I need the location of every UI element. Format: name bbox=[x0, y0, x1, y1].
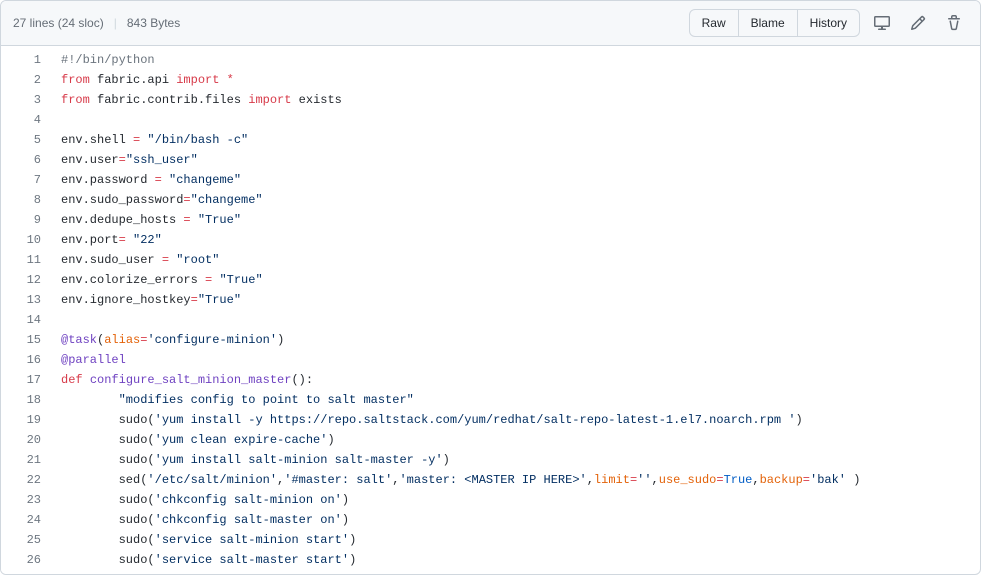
code-line: env.port= "22" bbox=[61, 230, 980, 250]
history-button[interactable]: History bbox=[797, 9, 860, 37]
line-number[interactable]: 12 bbox=[1, 270, 41, 290]
lines-count: 27 lines (24 sloc) bbox=[13, 16, 104, 30]
line-number[interactable]: 9 bbox=[1, 210, 41, 230]
line-number[interactable]: 18 bbox=[1, 390, 41, 410]
line-number[interactable]: 17 bbox=[1, 370, 41, 390]
line-number[interactable]: 10 bbox=[1, 230, 41, 250]
file-size: 843 Bytes bbox=[127, 16, 180, 30]
line-number[interactable]: 26 bbox=[1, 550, 41, 570]
line-number[interactable]: 22 bbox=[1, 470, 41, 490]
trash-icon[interactable] bbox=[940, 9, 968, 37]
desktop-icon[interactable] bbox=[868, 9, 896, 37]
line-number[interactable]: 13 bbox=[1, 290, 41, 310]
code-line bbox=[61, 310, 980, 330]
code-line: #!/bin/python bbox=[61, 50, 980, 70]
line-number[interactable]: 8 bbox=[1, 190, 41, 210]
code-line: sudo('chkconfig salt-master on') bbox=[61, 510, 980, 530]
code-line: from fabric.contrib.files import exists bbox=[61, 90, 980, 110]
button-group: Raw Blame History bbox=[689, 9, 860, 37]
line-number[interactable]: 21 bbox=[1, 450, 41, 470]
code-line: env.sudo_password="changeme" bbox=[61, 190, 980, 210]
file-actions: Raw Blame History bbox=[689, 9, 968, 37]
code-line: sudo('yum clean expire-cache') bbox=[61, 430, 980, 450]
raw-button[interactable]: Raw bbox=[689, 9, 739, 37]
code-content[interactable]: #!/bin/pythonfrom fabric.api import *fro… bbox=[51, 46, 980, 574]
line-number[interactable]: 6 bbox=[1, 150, 41, 170]
code-line: env.ignore_hostkey="True" bbox=[61, 290, 980, 310]
code-line: env.user="ssh_user" bbox=[61, 150, 980, 170]
pencil-icon[interactable] bbox=[904, 9, 932, 37]
code-line: env.password = "changeme" bbox=[61, 170, 980, 190]
code-line: env.colorize_errors = "True" bbox=[61, 270, 980, 290]
blame-button[interactable]: Blame bbox=[738, 9, 798, 37]
code-line: from fabric.api import * bbox=[61, 70, 980, 90]
line-number[interactable]: 1 bbox=[1, 50, 41, 70]
line-number-gutter: 1234567891011121314151617181920212223242… bbox=[1, 46, 51, 574]
line-number[interactable]: 23 bbox=[1, 490, 41, 510]
line-number[interactable]: 14 bbox=[1, 310, 41, 330]
file-header: 27 lines (24 sloc) | 843 Bytes Raw Blame… bbox=[1, 1, 980, 46]
line-number[interactable]: 4 bbox=[1, 110, 41, 130]
code-line: @task(alias='configure-minion') bbox=[61, 330, 980, 350]
code-line: sed('/etc/salt/minion','#master: salt','… bbox=[61, 470, 980, 490]
code-line: env.shell = "/bin/bash -c" bbox=[61, 130, 980, 150]
code-area: 1234567891011121314151617181920212223242… bbox=[1, 46, 980, 574]
code-line: env.sudo_user = "root" bbox=[61, 250, 980, 270]
line-number[interactable]: 15 bbox=[1, 330, 41, 350]
code-line: sudo('yum install -y https://repo.saltst… bbox=[61, 410, 980, 430]
line-number[interactable]: 5 bbox=[1, 130, 41, 150]
code-line: sudo('chkconfig salt-minion on') bbox=[61, 490, 980, 510]
file-viewer: 27 lines (24 sloc) | 843 Bytes Raw Blame… bbox=[0, 0, 981, 575]
line-number[interactable]: 24 bbox=[1, 510, 41, 530]
line-number[interactable]: 3 bbox=[1, 90, 41, 110]
line-number[interactable]: 20 bbox=[1, 430, 41, 450]
line-number[interactable]: 16 bbox=[1, 350, 41, 370]
code-line: sudo('service salt-minion start') bbox=[61, 530, 980, 550]
code-line: "modifies config to point to salt master… bbox=[61, 390, 980, 410]
line-number[interactable]: 19 bbox=[1, 410, 41, 430]
code-line: sudo('service salt-master start') bbox=[61, 550, 980, 570]
code-line: sudo('yum install salt-minion salt-maste… bbox=[61, 450, 980, 470]
file-info: 27 lines (24 sloc) | 843 Bytes bbox=[13, 16, 180, 30]
line-number[interactable]: 2 bbox=[1, 70, 41, 90]
code-line: @parallel bbox=[61, 350, 980, 370]
code-line bbox=[61, 110, 980, 130]
line-number[interactable]: 11 bbox=[1, 250, 41, 270]
line-number[interactable]: 7 bbox=[1, 170, 41, 190]
code-line: def configure_salt_minion_master(): bbox=[61, 370, 980, 390]
line-number[interactable]: 25 bbox=[1, 530, 41, 550]
code-line: env.dedupe_hosts = "True" bbox=[61, 210, 980, 230]
divider: | bbox=[114, 16, 117, 30]
